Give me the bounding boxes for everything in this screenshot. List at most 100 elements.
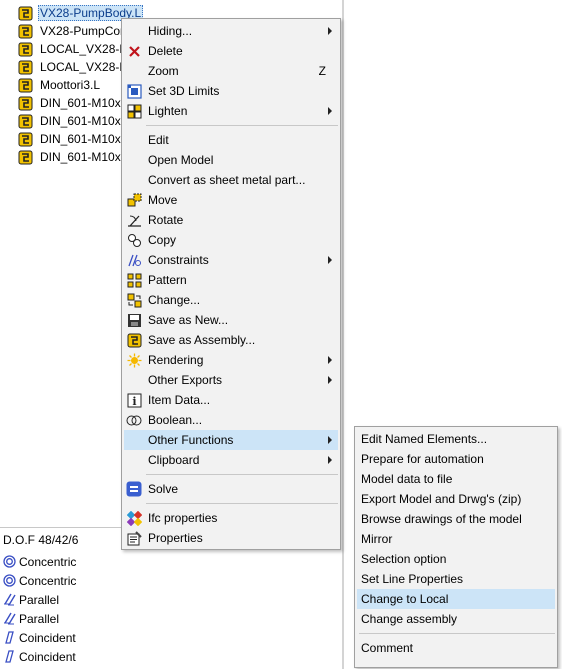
- submenu-item-model-data-to-file[interactable]: Model data to file: [357, 469, 555, 489]
- tree-item[interactable]: Moottori3.L: [18, 76, 102, 94]
- submenu-item-change-to-local[interactable]: Change to Local: [357, 589, 555, 609]
- constraint-item[interactable]: Concentric: [2, 571, 76, 590]
- dof-label: D.O.F: [3, 533, 35, 547]
- menu-item-set-3d-limits[interactable]: Set 3D Limits: [124, 81, 338, 101]
- constraint-item[interactable]: Concentric: [2, 552, 76, 571]
- tree-item[interactable]: LOCAL_VX28-M: [18, 58, 131, 76]
- menu-item-label: Lighten: [148, 104, 188, 118]
- part-icon: [18, 114, 33, 128]
- menu-item-ifc-properties[interactable]: Ifc properties: [124, 508, 338, 528]
- menu-item-label: Properties: [148, 531, 203, 545]
- menu-separator: [146, 503, 338, 504]
- menu-item-move[interactable]: Move: [124, 190, 338, 210]
- menu-item-label: Move: [148, 193, 178, 207]
- menu-item-clipboard[interactable]: Clipboard: [124, 450, 338, 470]
- constraint-item[interactable]: Parallel: [2, 609, 59, 628]
- zoom-shortcut: Z: [318, 64, 326, 78]
- assembly-save-icon: [126, 332, 142, 348]
- lighten-icon: [126, 103, 142, 119]
- ifc-icon: [126, 510, 142, 526]
- submenu-item-comment[interactable]: Comment: [357, 638, 555, 658]
- submenu-item-set-line-properties[interactable]: Set Line Properties: [357, 569, 555, 589]
- pattern-icon: [126, 272, 142, 288]
- menu-item-label: Other Functions: [148, 433, 234, 447]
- menu-item-edit[interactable]: Edit: [124, 130, 338, 150]
- part-icon: [18, 6, 33, 20]
- tree-item[interactable]: VX28-PumpCor: [18, 22, 126, 40]
- part-icon: [18, 60, 33, 74]
- menu-separator: [359, 633, 555, 634]
- menu-item-change[interactable]: Change...: [124, 290, 338, 310]
- pane-divider[interactable]: [342, 0, 344, 669]
- submenu-arrow-icon: [328, 376, 332, 384]
- submenu-arrow-icon: [328, 256, 332, 264]
- menu-item-label: Change assembly: [361, 612, 458, 626]
- menu-item-boolean[interactable]: Boolean...: [124, 410, 338, 430]
- submenu-item-export-model-drwg[interactable]: Export Model and Drwg's (zip): [357, 489, 555, 509]
- submenu-item-selection-option[interactable]: Selection option: [357, 549, 555, 569]
- menu-item-delete[interactable]: Delete: [124, 41, 338, 61]
- menu-item-item-data[interactable]: i Item Data...: [124, 390, 338, 410]
- tree-item[interactable]: LOCAL_VX28-FI: [18, 40, 132, 58]
- menu-item-rendering[interactable]: Rendering: [124, 350, 338, 370]
- properties-icon: [126, 530, 142, 546]
- tree-item-label: DIN_601-M10x8: [40, 96, 128, 110]
- tree-item[interactable]: DIN_601-M10x8: [18, 130, 129, 148]
- menu-item-hiding[interactable]: Hiding...: [124, 21, 338, 41]
- menu-item-label: Change...: [148, 293, 201, 307]
- tree-item[interactable]: DIN_601-M10x8: [18, 112, 129, 130]
- submenu-item-change-assembly[interactable]: Change assembly: [357, 609, 555, 629]
- constraint-label: Parallel: [19, 592, 60, 607]
- other-functions-submenu: Edit Named Elements... Prepare for autom…: [354, 426, 558, 668]
- save-icon: [126, 312, 142, 328]
- part-icon: [18, 96, 33, 110]
- menu-item-constraints[interactable]: Constraints: [124, 250, 338, 270]
- menu-item-convert-sheet-metal[interactable]: Convert as sheet metal part...: [124, 170, 338, 190]
- constraint-item[interactable]: Coincident: [2, 628, 76, 647]
- menu-item-label: Export Model and Drwg's (zip): [361, 492, 522, 506]
- part-icon: [18, 150, 33, 164]
- menu-item-label: Ifc properties: [148, 511, 218, 525]
- tree-item-label: LOCAL_VX28-FI: [40, 42, 131, 56]
- constraint-label: Coincident: [19, 649, 76, 664]
- menu-item-label: Pattern: [148, 273, 187, 287]
- rendering-sun-icon: [126, 352, 142, 368]
- submenu-item-edit-named-elements[interactable]: Edit Named Elements...: [357, 429, 555, 449]
- menu-item-label: Other Exports: [148, 373, 223, 387]
- menu-item-copy[interactable]: Copy: [124, 230, 338, 250]
- submenu-arrow-icon: [328, 27, 332, 35]
- submenu-item-mirror[interactable]: Mirror: [357, 529, 555, 549]
- menu-item-save-as-new[interactable]: Save as New...: [124, 310, 338, 330]
- menu-item-pattern[interactable]: Pattern: [124, 270, 338, 290]
- menu-item-other-functions[interactable]: Other Functions: [124, 430, 338, 450]
- tree-item[interactable]: DIN_601-M10x8: [18, 94, 129, 112]
- tree-item[interactable]: DIN_601-M10x8: [18, 148, 129, 166]
- submenu-item-prepare-automation[interactable]: Prepare for automation: [357, 449, 555, 469]
- menu-item-label: Browse drawings of the model: [361, 512, 522, 526]
- menu-item-rotate[interactable]: Rotate: [124, 210, 338, 230]
- menu-item-other-exports[interactable]: Other Exports: [124, 370, 338, 390]
- coincident-icon: [5, 650, 14, 663]
- rotate-icon: [126, 212, 142, 228]
- parallel-icon: [4, 593, 16, 606]
- part-icon: [18, 42, 33, 56]
- menu-item-label: Copy: [148, 233, 177, 247]
- menu-item-open-model[interactable]: Open Model: [124, 150, 338, 170]
- submenu-item-browse-drawings[interactable]: Browse drawings of the model: [357, 509, 555, 529]
- constraint-item[interactable]: Parallel: [2, 590, 59, 609]
- menu-item-label: Item Data...: [148, 393, 211, 407]
- constraints-icon: [126, 252, 142, 268]
- menu-item-lighten[interactable]: Lighten: [124, 101, 338, 121]
- tree-item-label: Moottori3.L: [40, 78, 101, 92]
- constraint-label: Concentric: [19, 554, 77, 569]
- menu-item-save-as-assembly[interactable]: Save as Assembly...: [124, 330, 338, 350]
- menu-item-solve[interactable]: Solve: [124, 479, 338, 499]
- tree-item-label: DIN_601-M10x8: [40, 114, 128, 128]
- concentric-icon: [3, 555, 16, 568]
- menu-item-label: Clipboard: [148, 453, 200, 467]
- limits-icon: [126, 83, 142, 99]
- menu-item-zoom[interactable]: Zoom Z: [124, 61, 338, 81]
- menu-item-label: Rotate: [148, 213, 184, 227]
- constraint-item[interactable]: Coincident: [2, 647, 76, 666]
- menu-item-properties[interactable]: Properties: [124, 528, 338, 548]
